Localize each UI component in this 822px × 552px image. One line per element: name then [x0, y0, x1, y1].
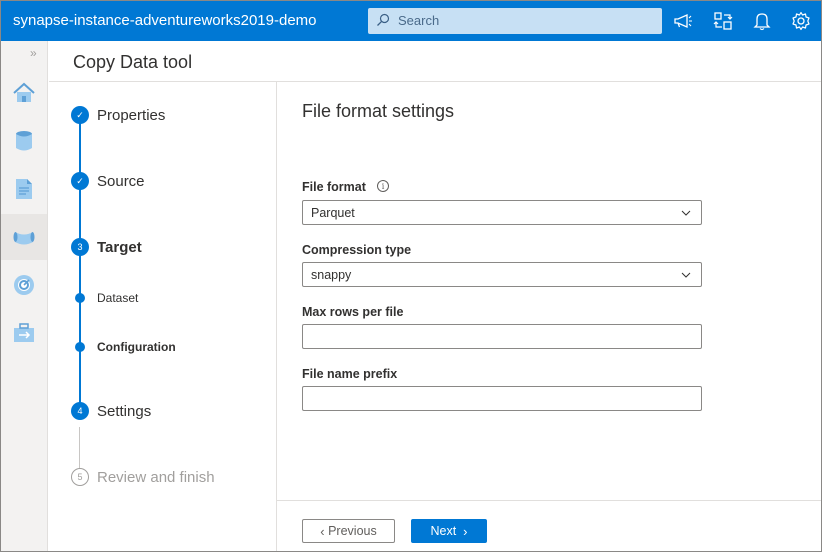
chevron-down-icon	[681, 272, 691, 278]
monitor-icon	[14, 275, 34, 295]
max-rows-label: Max rows per file	[302, 305, 404, 319]
file-name-prefix-label: File name prefix	[302, 367, 398, 381]
left-nav-rail: »	[1, 41, 48, 551]
nav-manage[interactable]	[1, 310, 47, 356]
step-check-icon: ✓	[71, 172, 89, 190]
top-bar: synapse-instance-adventureworks2019-demo…	[1, 1, 821, 41]
nav-integrate[interactable]	[1, 214, 47, 260]
search-placeholder: Search	[398, 13, 440, 28]
announcement-icon[interactable]	[672, 10, 694, 32]
next-button[interactable]: Next ›	[411, 519, 487, 543]
expand-rail-toggle[interactable]: »	[30, 46, 37, 60]
step-number-badge: 5	[71, 468, 89, 486]
manage-icon	[14, 323, 34, 342]
chevron-right-icon: ›	[463, 523, 468, 539]
compression-type-label: Compression type	[302, 243, 412, 257]
window-frame: synapse-instance-adventureworks2019-demo…	[0, 0, 822, 552]
step-review-and-finish: Review and finish	[97, 469, 215, 486]
previous-button[interactable]: ‹ Previous	[302, 519, 395, 543]
file-format-value: Parquet	[311, 206, 355, 220]
substep-dot	[75, 342, 85, 352]
max-rows-input[interactable]	[302, 324, 702, 349]
chevron-left-icon: ‹	[320, 523, 325, 539]
nav-develop[interactable]	[1, 166, 47, 212]
workspace-title[interactable]: synapse-instance-adventureworks2019-demo	[13, 12, 317, 29]
integrate-icon	[13, 232, 35, 245]
file-name-prefix-input[interactable]	[302, 386, 702, 411]
main-panel: Copy Data tool ✓ Properties ✓ Source 3 T…	[49, 41, 821, 551]
info-icon[interactable]: i	[377, 180, 389, 192]
substep-dataset[interactable]: Dataset	[97, 291, 138, 305]
next-label: Next	[430, 524, 457, 538]
compression-type-dropdown[interactable]: snappy	[302, 262, 702, 287]
compression-type-value: snappy	[311, 268, 352, 282]
file-format-label: File format	[302, 180, 366, 194]
page-header: Copy Data tool	[49, 41, 821, 82]
data-icon	[16, 131, 32, 151]
chevron-down-icon	[681, 210, 691, 216]
substep-dot	[75, 293, 85, 303]
previous-label: Previous	[328, 524, 377, 538]
step-number-badge: 3	[71, 238, 89, 256]
step-number-badge: 4	[71, 402, 89, 420]
directory-switch-icon[interactable]	[712, 10, 734, 32]
search-icon	[377, 13, 390, 26]
file-format-dropdown[interactable]: Parquet	[302, 200, 702, 225]
nav-home[interactable]	[1, 70, 47, 116]
notifications-icon[interactable]	[751, 10, 773, 32]
page-title: Copy Data tool	[73, 52, 193, 72]
search-box[interactable]: Search	[368, 8, 662, 34]
step-target[interactable]: Target	[97, 239, 142, 256]
progress-line	[79, 115, 81, 415]
step-source[interactable]: Source	[97, 173, 145, 190]
wizard-footer: ‹ Previous Next ›	[277, 500, 821, 551]
develop-icon	[16, 179, 32, 199]
settings-icon[interactable]	[790, 10, 812, 32]
nav-data[interactable]	[1, 118, 47, 164]
step-properties[interactable]: Properties	[97, 107, 165, 124]
wizard-steps: ✓ Properties ✓ Source 3 Target Dataset C…	[49, 82, 277, 551]
section-title: File format settings	[302, 101, 455, 121]
step-settings[interactable]: Settings	[97, 403, 151, 420]
nav-monitor[interactable]	[1, 262, 47, 308]
home-icon	[13, 82, 35, 102]
substep-configuration[interactable]: Configuration	[97, 340, 176, 354]
step-check-icon: ✓	[71, 106, 89, 124]
